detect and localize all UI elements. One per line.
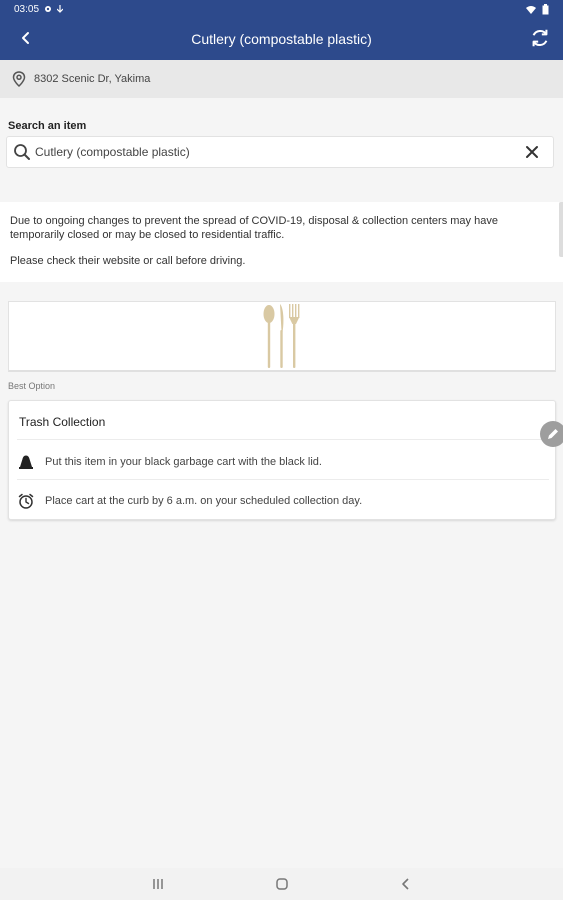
list-item: Place cart at the curb by 6 a.m. on your…	[17, 487, 549, 515]
garbage-cart-icon	[19, 455, 33, 469]
search-section: Search an item	[0, 98, 563, 176]
home-icon[interactable]	[274, 876, 290, 892]
refresh-icon[interactable]	[529, 27, 551, 49]
cutlery-icon	[263, 304, 300, 368]
download-icon	[57, 5, 64, 13]
search-label: Search an item	[8, 120, 87, 132]
settings-icon	[45, 6, 52, 12]
location-pin-icon	[12, 71, 26, 87]
wifi-icon	[526, 5, 536, 14]
option-text: Put this item in your black garbage cart…	[45, 456, 322, 468]
search-box[interactable]	[6, 136, 554, 168]
covid-notice: Due to ongoing changes to prevent the sp…	[0, 202, 563, 282]
item-image-card	[8, 301, 556, 372]
divider	[17, 439, 549, 440]
option-title: Trash Collection	[19, 415, 106, 429]
option-text: Place cart at the curb by 6 a.m. on your…	[45, 495, 363, 507]
status-bar: 03:05	[0, 0, 563, 18]
edit-button[interactable]	[540, 421, 563, 447]
alarm-clock-icon	[18, 493, 34, 509]
back-chevron-icon[interactable]	[16, 28, 36, 48]
status-time: 03:05	[14, 3, 40, 15]
location-address: 8302 Scenic Dr, Yakima	[34, 73, 151, 85]
back-icon[interactable]	[398, 876, 414, 892]
notice-subtext: Please check their website or call befor…	[10, 255, 246, 267]
list-item: Put this item in your black garbage cart…	[17, 448, 549, 476]
battery-icon	[542, 3, 549, 14]
notice-text: Due to ongoing changes to prevent the sp…	[10, 215, 498, 241]
app-bar: Cutlery (compostable plastic)	[0, 18, 563, 60]
best-option-label: Best Option	[8, 381, 56, 391]
divider	[17, 479, 549, 480]
search-icon	[14, 144, 30, 160]
best-option-card: Trash Collection Put this item in your b…	[8, 400, 556, 520]
search-input[interactable]	[31, 145, 523, 159]
page-title: Cutlery (compostable plastic)	[191, 31, 372, 47]
system-nav-bar	[0, 868, 563, 900]
close-icon[interactable]	[523, 143, 541, 161]
pencil-icon	[548, 429, 558, 439]
recent-apps-icon[interactable]	[150, 876, 166, 892]
scroll-edge-indicator	[559, 202, 563, 257]
location-bar[interactable]: 8302 Scenic Dr, Yakima	[0, 60, 563, 98]
